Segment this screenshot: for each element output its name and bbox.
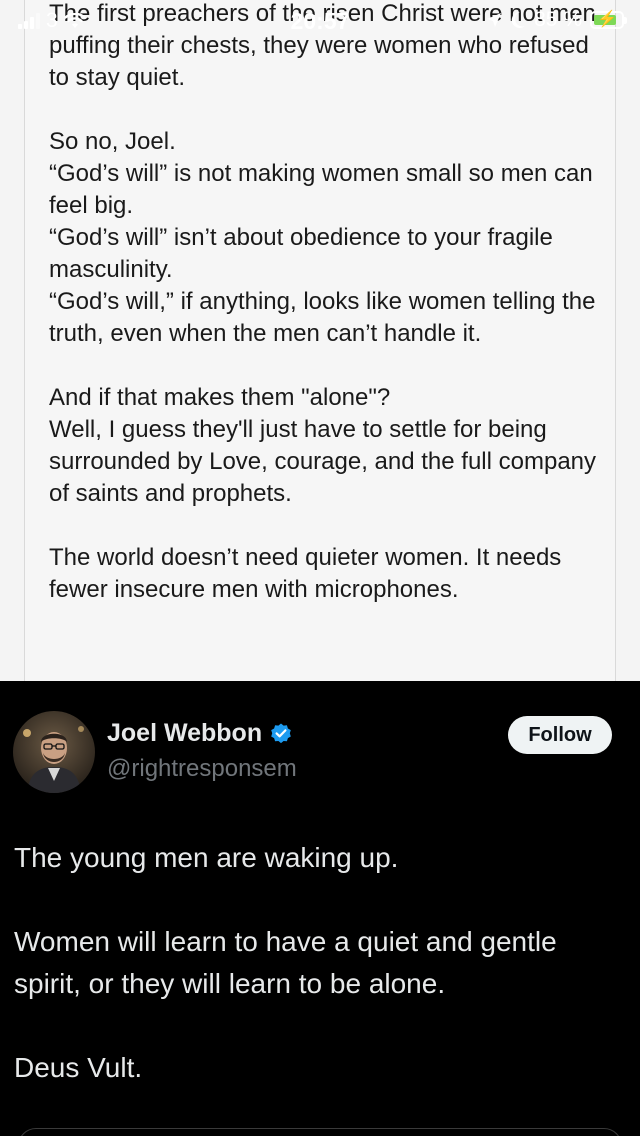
avatar[interactable]	[13, 711, 95, 793]
verified-badge-icon[interactable]	[269, 722, 293, 746]
tweet-card[interactable]: Joel Webbon @rightresponsem Follow The y…	[0, 681, 640, 1136]
quoted-post-card: The first preachers of the risen Christ …	[24, 0, 616, 682]
display-name-row[interactable]: Joel Webbon	[107, 719, 293, 748]
display-name[interactable]: Joel Webbon	[107, 719, 262, 748]
follow-button[interactable]: Follow	[508, 716, 612, 754]
user-handle[interactable]: @rightresponsem	[107, 755, 297, 783]
tweet-body-text: The young men are waking up. Women will …	[14, 842, 557, 1083]
post-body-text: The first preachers of the risen Christ …	[49, 0, 597, 603]
next-card-edge	[18, 1128, 622, 1136]
